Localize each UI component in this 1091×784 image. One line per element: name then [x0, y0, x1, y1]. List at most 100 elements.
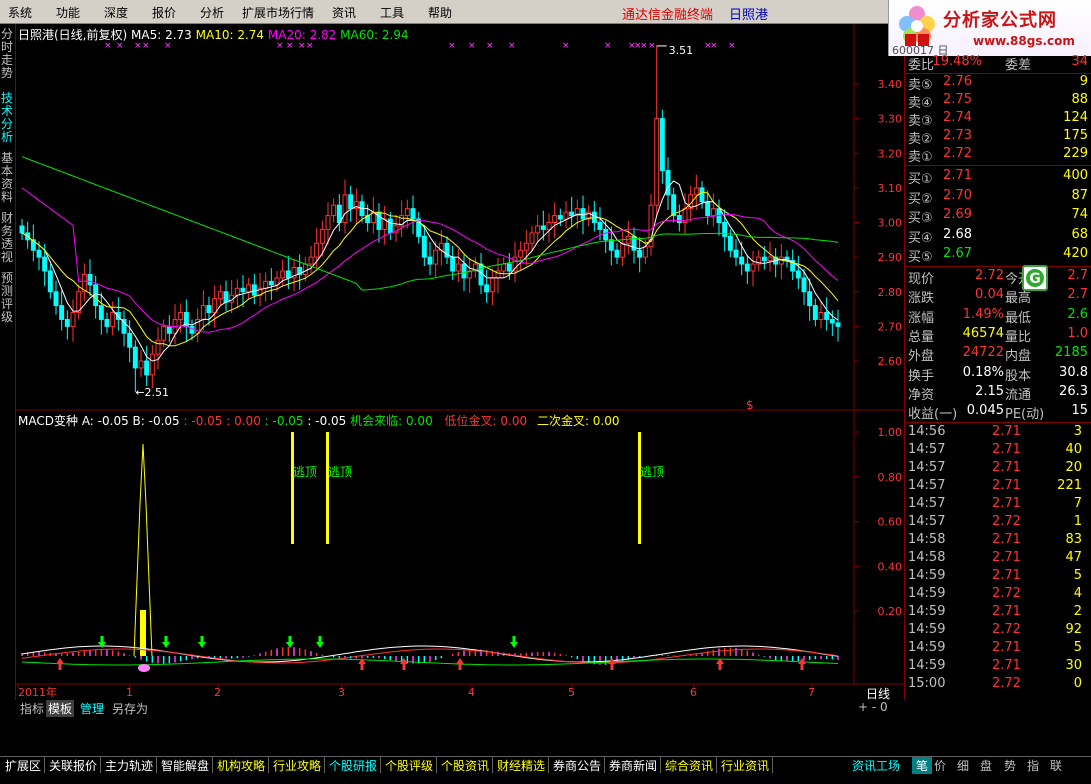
stat-row: 涨跌 0.04 最高 2.7 [908, 287, 1091, 307]
quote-view-tab[interactable]: 联 [1050, 757, 1062, 774]
candle-body [518, 249, 524, 258]
tick-volume: 30 [1065, 658, 1082, 673]
macd-title: MACD变种 [18, 414, 78, 428]
bid-row[interactable]: 买⑤ 2.67 420 [908, 246, 1091, 265]
bottom-tab[interactable]: 券商新闻 [606, 757, 662, 773]
bottom-tab[interactable]: 个股研报 [326, 757, 382, 773]
quote-view-tab[interactable]: 笔 [912, 757, 933, 774]
bottom-tab[interactable]: 扩展区 [2, 757, 46, 773]
macd-c3-label: : -0.05 [264, 414, 304, 428]
tick-price: 2.72 [992, 514, 1021, 529]
signal-marker: × [468, 41, 476, 51]
ask-row[interactable]: 卖① 2.72 229 [908, 146, 1091, 165]
candle-body [614, 249, 620, 258]
indicator-tab[interactable]: 指标 [18, 700, 46, 717]
bid-row[interactable]: 买③ 2.69 74 [908, 207, 1091, 226]
refresh-icon[interactable]: G [1022, 265, 1048, 291]
tick-row: 14:57 2.71 221 [908, 478, 1091, 496]
tab-financial[interactable]: 财务透视 [1, 212, 15, 264]
save-as-tab[interactable]: 另存为 [110, 700, 150, 717]
macd-low-cross-label: 低位金叉: 0.00 [444, 414, 528, 428]
candle-body [325, 215, 331, 230]
quote-view-tab[interactable]: 细 [957, 757, 969, 774]
tab-forecast-rating[interactable]: 预测评级 [1, 272, 15, 324]
macd-panel: 逃顶 逃顶 逃顶 [21, 432, 839, 672]
logo-title: 分析家公式网 [943, 10, 1057, 31]
quote-view-tab[interactable]: 指 [1027, 757, 1039, 774]
macd-tick-label: 0.20 [878, 605, 903, 618]
tick-volume: 47 [1065, 550, 1082, 565]
svg-text:G: G [1029, 271, 1041, 287]
bottom-tab[interactable]: 行业攻略 [270, 757, 326, 773]
template-tab[interactable]: 模板 [46, 700, 75, 717]
stat-value: 1.49% [962, 306, 1004, 322]
candle-body [829, 318, 835, 324]
candle-body [268, 280, 274, 286]
macd-c2-label: : 0.00 [226, 414, 261, 428]
signal-marker: × [604, 41, 612, 51]
menu-analysis[interactable]: 分析 [200, 4, 224, 21]
candle-body [200, 305, 206, 320]
bottom-tab[interactable]: 券商公告 [550, 757, 606, 773]
signal-marker: × [448, 41, 456, 51]
chart-area[interactable]: × × × × × × × × × × × × × × × × × × × × × × 3.51 ←2.51 $ 逃顶 逃顶 逃顶 … [16, 24, 904, 701]
menu-depth[interactable]: 深度 [104, 4, 128, 21]
bid-row[interactable]: 买④ 2.68 68 [908, 227, 1091, 246]
candle-body [580, 208, 586, 220]
menu-function[interactable]: 功能 [56, 4, 80, 21]
candle-body [461, 263, 467, 279]
ask-row[interactable]: 卖④ 2.75 88 [908, 92, 1091, 111]
candle-body [818, 312, 824, 320]
manage-tab[interactable]: 管理 [78, 700, 106, 717]
menu-quote[interactable]: 报价 [152, 4, 176, 21]
bottom-tab[interactable]: 综合资讯 [662, 757, 718, 773]
bottom-tab[interactable]: 行业资讯 [718, 757, 774, 773]
y-tick-label: 2.70 [878, 320, 903, 333]
menu-system[interactable]: 系统 [8, 4, 32, 21]
stat-label: 涨跌 [908, 291, 935, 307]
tab-basic-info[interactable]: 基本资料 [1, 152, 15, 204]
candle-body [70, 312, 76, 327]
ask-row[interactable]: 卖② 2.73 175 [908, 128, 1091, 147]
bid-row[interactable]: 买② 2.70 87 [908, 188, 1091, 207]
zoom-controls[interactable]: + - 0 [858, 700, 904, 716]
tick-price: 2.71 [992, 640, 1021, 655]
bottom-tab[interactable]: 财经精选 [494, 757, 550, 773]
tab-technical-analysis[interactable]: 技术分析 [1, 92, 15, 144]
bid-row[interactable]: 买① 2.71 400 [908, 168, 1091, 187]
candle-body [812, 305, 818, 320]
menu-news[interactable]: 资讯 [332, 4, 356, 21]
y-tick-label: 3.10 [878, 182, 903, 195]
ask-price: 2.73 [943, 128, 972, 143]
menu-tools[interactable]: 工具 [380, 4, 404, 21]
bottom-tab[interactable]: 个股资讯 [438, 757, 494, 773]
bottom-tab[interactable]: 主力轨迹 [102, 757, 158, 773]
tick-price: 2.71 [992, 658, 1021, 673]
ask-row[interactable]: 卖③ 2.74 124 [908, 110, 1091, 129]
bottom-tab[interactable]: 关联报价 [46, 757, 102, 773]
sell-arrow-icon [198, 636, 206, 648]
quote-view-tab[interactable]: 价 [934, 757, 946, 774]
candle-body [450, 256, 456, 272]
candle-body [801, 277, 807, 293]
sell-arrow-icon [286, 636, 294, 648]
candle-body [569, 211, 575, 217]
tab-intraday[interactable]: 分时走势 [1, 28, 15, 80]
quote-view-tab[interactable]: 势 [1004, 757, 1016, 774]
menu-help[interactable]: 帮助 [428, 4, 452, 21]
quote-view-tab[interactable]: 盘 [980, 757, 992, 774]
menu-extended-market[interactable]: 扩展市场行情 [242, 4, 314, 21]
ask-row[interactable]: 卖⑤ 2.76 9 [908, 74, 1091, 93]
stat-row: 外盘 24722 内盘 2185 [908, 345, 1091, 364]
kline-chart[interactable]: × × × × × × × × × × × × × × × ××× × ×× ×3.51←2.51$ 逃顶 逃顶 逃顶 … [16, 24, 904, 700]
tick-volume: 3 [1073, 424, 1082, 439]
bottom-tab[interactable]: 智能解盘 [158, 757, 214, 773]
ask-volume: 9 [1079, 74, 1088, 89]
bottom-tab[interactable]: 个股评级 [382, 757, 438, 773]
tick-volume: 92 [1065, 622, 1082, 637]
candle-body [625, 235, 631, 244]
quote-view-tab[interactable]: 资讯工场 [852, 757, 900, 774]
escape-top-bar [291, 432, 294, 544]
candle-body [603, 228, 609, 241]
bottom-tab[interactable]: 机构攻略 [214, 757, 270, 773]
